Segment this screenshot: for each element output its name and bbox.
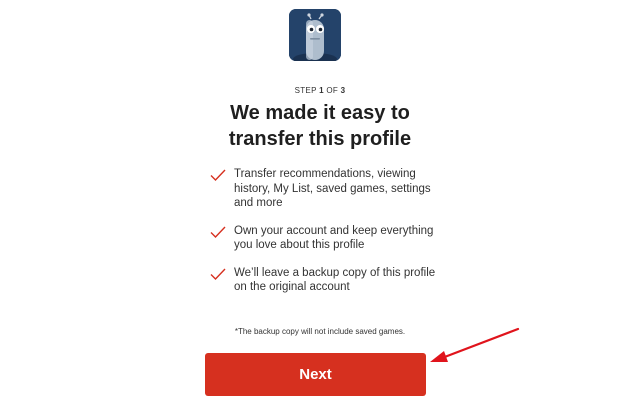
step-separator: OF xyxy=(326,86,339,95)
benefit-item: Own your account and keep everything you… xyxy=(210,224,440,253)
backup-footnote: *The backup copy will not include saved … xyxy=(234,327,406,336)
checkmark-icon xyxy=(210,226,226,238)
benefit-item: We’ll leave a backup copy of this profil… xyxy=(210,266,440,295)
profile-avatar xyxy=(289,9,341,61)
step-prefix: STEP xyxy=(294,86,317,95)
page-title-line-1: We made it easy to xyxy=(230,102,410,124)
checkmark-icon xyxy=(210,169,226,181)
next-button[interactable]: Next xyxy=(205,353,426,396)
profile-transfer-page: STEP 1 OF 3 We made it easy to transfer … xyxy=(0,0,640,407)
page-title-line-2: transfer this profile xyxy=(228,128,412,150)
annotation-arrow-icon xyxy=(430,327,520,362)
page-title: We made it easy to transfer this profile xyxy=(0,100,640,152)
benefit-text: Transfer recommendations, viewing histor… xyxy=(234,168,431,209)
step-indicator: STEP 1 OF 3 xyxy=(0,86,640,95)
benefits-list: Transfer recommendations, viewing histor… xyxy=(210,167,440,295)
checkmark-icon xyxy=(210,268,226,280)
benefit-text: We’ll leave a backup copy of this profil… xyxy=(234,266,436,294)
step-total: 3 xyxy=(340,86,346,95)
robot-avatar-icon xyxy=(289,9,341,61)
step-current: 1 xyxy=(319,86,324,95)
benefit-text: Own your account and keep everything you… xyxy=(234,224,434,252)
benefit-item: Transfer recommendations, viewing histor… xyxy=(210,167,440,211)
